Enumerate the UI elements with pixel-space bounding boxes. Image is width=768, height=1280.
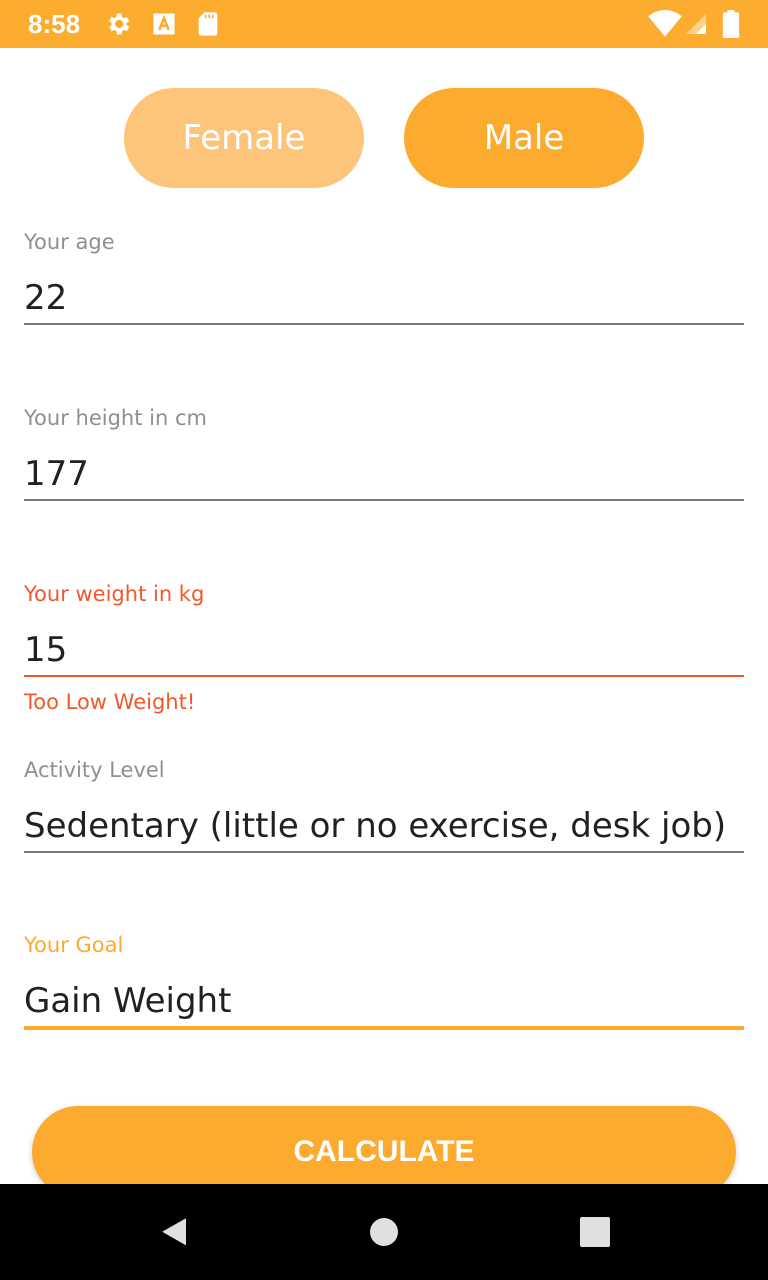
sd-card-icon (194, 10, 222, 38)
status-time: 8:58 (28, 9, 81, 39)
female-button[interactable]: Female (124, 88, 364, 188)
status-bar: 8:58 (0, 0, 768, 48)
age-label: Your age (24, 230, 115, 254)
activity-level-field[interactable]: Activity Level Sedentary (little or no e… (24, 755, 744, 853)
activity-level-underline (24, 851, 744, 853)
male-button[interactable]: Male (404, 88, 644, 188)
age-field[interactable]: Your age 22 (24, 227, 744, 325)
age-underline (24, 323, 744, 325)
goal-underline (24, 1026, 744, 1030)
signal-icon (684, 10, 708, 38)
home-icon[interactable] (360, 1208, 408, 1256)
navigation-bar (0, 1184, 768, 1280)
height-underline (24, 499, 744, 501)
gear-icon (104, 10, 132, 38)
weight-underline (24, 675, 744, 677)
goal-field[interactable]: Your Goal Gain Weight (24, 930, 744, 1030)
a-icon (150, 10, 178, 38)
recents-icon[interactable] (571, 1208, 619, 1256)
battery-icon (720, 10, 742, 38)
height-field[interactable]: Your height in cm 177 (24, 403, 744, 501)
goal-label: Your Goal (24, 933, 124, 957)
weight-error-text: Too Low Weight! (24, 690, 196, 714)
wifi-icon (648, 10, 682, 38)
height-input[interactable]: 177 (24, 452, 744, 496)
age-input[interactable]: 22 (24, 276, 744, 320)
activity-level-select[interactable]: Sedentary (little or no exercise, desk j… (24, 804, 744, 848)
height-label: Your height in cm (24, 406, 207, 430)
goal-select[interactable]: Gain Weight (24, 979, 744, 1023)
weight-label: Your weight in kg (24, 582, 205, 606)
activity-level-label: Activity Level (24, 758, 165, 782)
weight-input[interactable]: 15 (24, 628, 744, 672)
weight-field[interactable]: Your weight in kg 15 Too Low Weight! (24, 579, 744, 717)
back-icon[interactable] (148, 1208, 196, 1256)
